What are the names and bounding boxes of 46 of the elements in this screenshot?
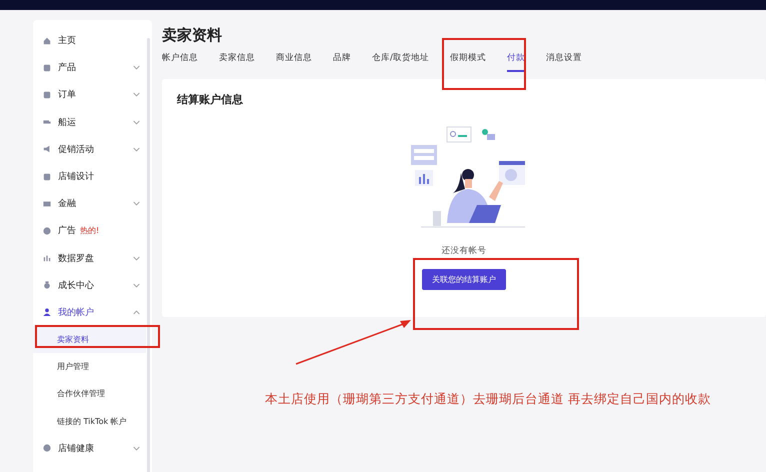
medal-icon [43, 281, 51, 290]
sidebar-item[interactable]: 产品 [33, 54, 152, 82]
chevron-down-icon[interactable] [133, 146, 140, 152]
sidebar-item[interactable]: 主页 [33, 27, 152, 54]
sidebar-item[interactable]: 我的帐户 [33, 298, 152, 326]
sidebar-item[interactable]: 成长中心 [33, 272, 152, 299]
sidebar-item[interactable]: 金融 [33, 190, 152, 218]
link-account-button[interactable]: 关联您的结算账户 [422, 269, 506, 290]
chevron-down-icon[interactable] [133, 256, 140, 261]
bar-chart-icon [43, 254, 51, 262]
truck-icon [43, 118, 51, 126]
tab[interactable]: 商业信息 [276, 52, 312, 72]
tab[interactable]: 假期模式 [450, 52, 486, 72]
annotation-note: 本土店使用（珊瑚第三方支付通道）去珊瑚后台通道 再去绑定自己国内的收款 [265, 391, 711, 408]
circle-icon [43, 226, 51, 235]
sidebar-subitem[interactable]: 合作伙伴管理 [33, 380, 152, 408]
chevron-down-icon[interactable] [133, 120, 140, 125]
tab[interactable]: 消息设置 [546, 52, 582, 72]
tab[interactable]: 卖家信息 [219, 52, 255, 72]
tab[interactable]: 帐户信息 [162, 52, 198, 72]
sidebar-item[interactable]: 店铺设计 [33, 162, 152, 190]
page-title: 卖家资料 [162, 26, 223, 46]
megaphone-icon [43, 145, 51, 154]
sidebar-item[interactable]: 数据罗盘 [33, 244, 152, 272]
sidebar-item[interactable]: 店铺健康 [33, 434, 152, 462]
tab[interactable]: 品牌 [333, 52, 351, 72]
tab[interactable]: 仓库/取货地址 [372, 52, 429, 72]
sidebar-subitem[interactable]: 用户管理 [33, 353, 152, 380]
empty-message: 还没有帐号 [442, 245, 486, 257]
chevron-down-icon[interactable] [133, 65, 140, 70]
person-icon [43, 308, 51, 316]
card-title: 结算账户信息 [177, 92, 243, 107]
card-icon [43, 200, 51, 208]
chevron-down-icon[interactable] [133, 92, 140, 98]
sidebar-subitem[interactable]: 链接的 TikTok 帐户 [33, 408, 152, 435]
sidebar-item[interactable]: 广告 热的! [33, 217, 152, 244]
chevron-down-icon[interactable] [133, 446, 140, 451]
chevron-down-icon[interactable] [133, 201, 140, 206]
tab[interactable]: 付款 [506, 52, 525, 72]
sidebar-item[interactable]: 促销活动 [33, 136, 152, 163]
sidebar-item[interactable]: 船运 [33, 108, 152, 136]
hot-label: 热的! [80, 225, 100, 236]
sidebar-item[interactable]: 订单 [33, 81, 152, 109]
chevron-down-icon[interactable] [133, 282, 140, 288]
chevron-up-icon[interactable] [133, 310, 140, 315]
home-icon [43, 36, 51, 45]
